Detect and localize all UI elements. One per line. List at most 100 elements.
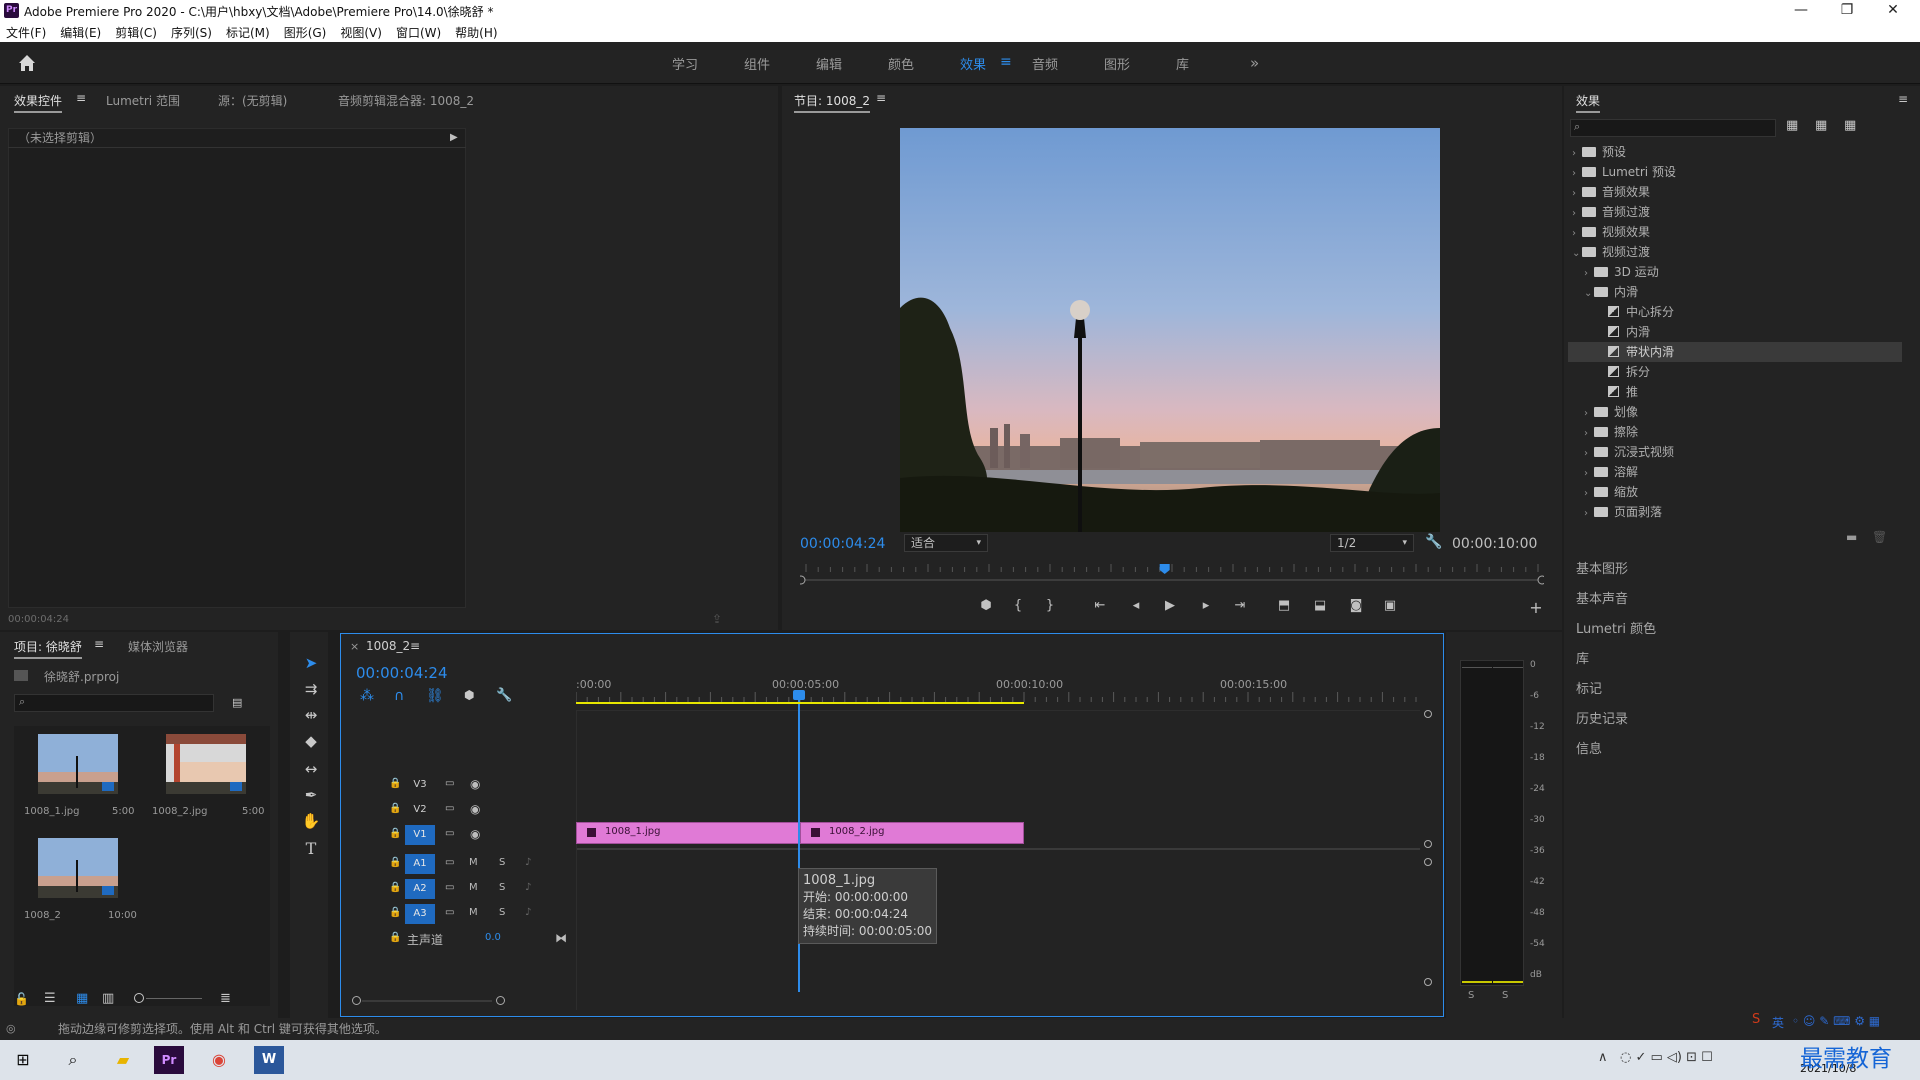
eye-icon[interactable]: ◉ xyxy=(470,777,480,791)
timeline-current-time[interactable]: 00:00:04:24 xyxy=(356,664,448,682)
lock-icon[interactable]: 🔒 xyxy=(389,932,401,943)
camera-icon[interactable]: ◙ xyxy=(1346,598,1366,613)
track-id[interactable]: A2 xyxy=(405,879,435,899)
track-select-tool-icon[interactable]: ⇉ xyxy=(300,678,322,700)
effects-folder[interactable]: ⌄ 内滑 xyxy=(1568,282,1902,302)
workspace-tab-graphics[interactable]: 图形 xyxy=(1104,54,1130,73)
chevron-down-icon[interactable]: ⌄ xyxy=(1584,284,1594,304)
tab-project[interactable]: 项目: 徐晓舒 xyxy=(14,638,82,659)
timeline-clip[interactable]: 1008_2.jpg xyxy=(800,822,1024,844)
horizontal-scrollbar[interactable] xyxy=(352,994,505,1006)
sequence-tab[interactable]: 1008_2 xyxy=(366,639,410,653)
timeline-clip[interactable]: 1008_1.jpg xyxy=(576,822,800,844)
menu-graphics[interactable]: 图形(G) xyxy=(284,24,327,41)
lock-icon[interactable]: 🔒 xyxy=(389,907,401,918)
wrench-icon[interactable]: 🔧 xyxy=(1425,534,1442,550)
section-history[interactable]: 历史记录 xyxy=(1576,708,1628,727)
effects-folder[interactable]: › 音频过渡 xyxy=(1568,202,1902,222)
type-tool-icon[interactable]: T xyxy=(300,838,322,860)
step-back-icon[interactable]: ◂ xyxy=(1126,598,1146,613)
program-menu-icon[interactable]: ≡ xyxy=(876,91,886,105)
menu-window[interactable]: 窗口(W) xyxy=(396,24,441,41)
tab-effect-controls[interactable]: 效果控件 xyxy=(14,92,63,113)
workspace-tab-editing[interactable]: 编辑 xyxy=(816,54,842,73)
section-markers[interactable]: 标记 xyxy=(1576,678,1602,697)
track-id[interactable]: V3 xyxy=(405,775,435,795)
effects-item[interactable]: 带状内滑 xyxy=(1568,342,1902,362)
track-id[interactable]: A3 xyxy=(405,904,435,924)
ime-toolbar-icon[interactable]: S xyxy=(1752,1012,1760,1027)
file-explorer-icon[interactable]: ▰ xyxy=(108,1046,138,1074)
thumb-1008-2[interactable] xyxy=(166,734,246,794)
effects-folder[interactable]: › 划像 xyxy=(1568,402,1902,422)
effects-folder[interactable]: › 缩放 xyxy=(1568,482,1902,502)
mute-button[interactable]: M xyxy=(469,907,478,918)
32bit-effects-icon[interactable]: ▦ xyxy=(1815,118,1827,133)
section-lumetri-color[interactable]: Lumetri 颜色 xyxy=(1576,618,1656,637)
effects-item[interactable]: 拆分 xyxy=(1568,362,1902,382)
workspace-tab-color[interactable]: 颜色 xyxy=(888,54,914,73)
lock-icon[interactable]: 🔒 xyxy=(389,882,401,893)
scroll-handle-mid2[interactable] xyxy=(1424,858,1432,866)
effects-search-input[interactable]: ⌕ xyxy=(1570,119,1776,137)
work-area-bar[interactable] xyxy=(576,702,1024,704)
export-icon[interactable]: ⇪ xyxy=(712,612,722,626)
ime-tools-icons[interactable]: ◦ ☺ ✎ ⌨ ⚙ ▦ xyxy=(1792,1014,1880,1028)
workspace-tab-learn[interactable]: 学习 xyxy=(672,54,698,73)
add-marker-icon[interactable]: ⬢ xyxy=(976,598,996,613)
zoom-slider-handle[interactable] xyxy=(134,993,144,1003)
pen-tool-icon[interactable]: ✒ xyxy=(300,784,322,806)
hand-tool-icon[interactable]: ✋ xyxy=(300,810,322,832)
menu-view[interactable]: 视图(V) xyxy=(340,24,382,41)
tray-chevron-icon[interactable]: ∧ xyxy=(1598,1050,1608,1065)
menu-clip[interactable]: 剪辑(C) xyxy=(115,24,157,41)
selection-tool-icon[interactable]: ➤ xyxy=(300,652,322,674)
workspace-tab-libraries[interactable]: 库 xyxy=(1176,54,1189,73)
mark-in-icon[interactable]: { xyxy=(1008,598,1028,613)
chevron-right-icon[interactable]: › xyxy=(1584,404,1594,424)
play-icon[interactable]: ▶ xyxy=(1160,598,1180,613)
chevron-right-icon[interactable]: › xyxy=(1584,444,1594,464)
effects-item[interactable]: 内滑 xyxy=(1568,322,1902,342)
sort-icon[interactable]: ≣ xyxy=(220,991,231,1006)
workspace-tab-effects[interactable]: 效果 xyxy=(960,54,986,73)
master-volume-value[interactable]: 0.0 xyxy=(485,932,501,943)
effects-folder[interactable]: › 预设 xyxy=(1568,142,1902,162)
effects-item[interactable]: 中心拆分 xyxy=(1568,302,1902,322)
solo-button[interactable]: S xyxy=(499,882,505,893)
windows-start-icon[interactable]: ⊞ xyxy=(8,1046,38,1074)
workspace-more-icon[interactable]: » xyxy=(1250,54,1259,72)
menu-sequence[interactable]: 序列(S) xyxy=(171,24,212,41)
sync-lock-icon[interactable]: ▭ xyxy=(445,907,454,918)
tab-lumetri-scopes[interactable]: Lumetri 范围 xyxy=(106,92,180,109)
mic-icon[interactable]: ♪ xyxy=(525,907,531,918)
add-marker-icon[interactable]: ⬢ xyxy=(464,688,474,702)
resolution-dropdown[interactable]: 1/2 ▾ xyxy=(1330,534,1414,552)
freeform-view-icon[interactable]: ▥ xyxy=(102,991,114,1006)
close-sequence-icon[interactable]: × xyxy=(350,640,359,653)
zoom-slider-track[interactable] xyxy=(146,998,202,999)
mic-icon[interactable]: ♪ xyxy=(525,857,531,868)
chevron-right-icon[interactable]: › xyxy=(1572,224,1582,244)
chevron-right-icon[interactable]: › xyxy=(1584,464,1594,484)
menu-markers[interactable]: 标记(M) xyxy=(226,24,270,41)
play-triangle-icon[interactable]: ▶ xyxy=(450,132,458,143)
program-monitor-title[interactable]: 节目: 1008_2 xyxy=(794,92,871,113)
project-menu-icon[interactable]: ≡ xyxy=(94,637,104,651)
razor-tool-icon[interactable]: ◆ xyxy=(300,730,322,752)
effects-title[interactable]: 效果 xyxy=(1576,92,1601,113)
program-current-time[interactable]: 00:00:04:24 xyxy=(800,536,885,552)
timeline-settings-icon[interactable]: 🔧 xyxy=(496,688,512,703)
section-essential-sound[interactable]: 基本声音 xyxy=(1576,588,1628,607)
lift-icon[interactable]: ⬒ xyxy=(1274,598,1294,613)
chevron-right-icon[interactable]: › xyxy=(1584,264,1594,284)
section-essential-graphics[interactable]: 基本图形 xyxy=(1576,558,1628,577)
minimize-button[interactable]: — xyxy=(1778,0,1824,22)
fit-dropdown[interactable]: 适合 ▾ xyxy=(904,534,988,552)
mute-button[interactable]: M xyxy=(469,857,478,868)
effects-folder[interactable]: › 沉浸式视频 xyxy=(1568,442,1902,462)
extract-icon[interactable]: ⬓ xyxy=(1310,598,1330,613)
sync-lock-icon[interactable]: ▭ xyxy=(445,803,454,814)
program-scrubber[interactable] xyxy=(796,564,1547,586)
tab-source[interactable]: 源：(无剪辑) xyxy=(218,92,287,109)
